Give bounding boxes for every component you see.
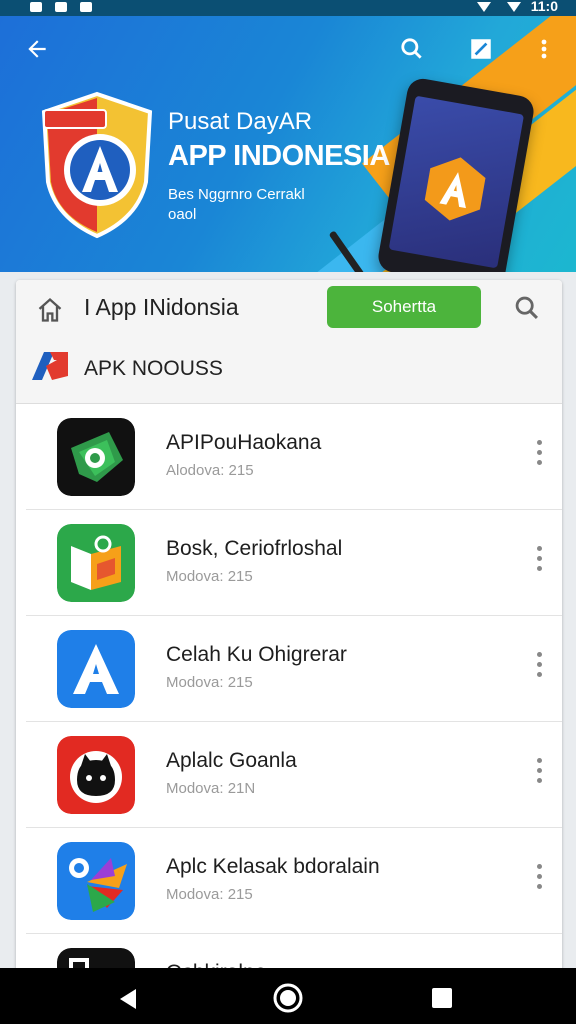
app-meta: Modova: 215	[166, 886, 253, 903]
status-bar: 11:0	[0, 0, 576, 16]
brand-logo-icon	[32, 352, 68, 380]
app-name: Aplc Kelasak bdoralain	[166, 855, 380, 878]
more-vert-icon[interactable]	[532, 440, 546, 472]
notification-icon	[79, 2, 92, 13]
banner-tagline: Bes Nggrnro Cerrakl oaol	[168, 185, 390, 225]
more-vert-icon[interactable]	[532, 546, 546, 578]
book-icon	[57, 524, 135, 602]
search-button[interactable]: Sohertta	[327, 286, 481, 328]
edit-icon	[471, 39, 491, 59]
home-icon[interactable]	[36, 296, 64, 324]
list-item[interactable]: Aplalc Goanla Modova: 21N	[26, 722, 562, 828]
overflow-menu-button[interactable]	[529, 34, 559, 64]
list-item[interactable]: Aplc Kelasak bdoralain Modova: 215	[26, 828, 562, 934]
notification-icons	[22, 0, 92, 14]
app-meta: Alodova: 215	[166, 462, 254, 479]
back-button[interactable]	[22, 34, 52, 64]
more-vert-icon	[541, 39, 547, 59]
phone-illustration	[375, 76, 537, 272]
hero-banner: Pusat DayAR APP INDONESIA Bes Nggrnro Ce…	[0, 16, 576, 272]
wifi-icon	[476, 2, 491, 13]
colorful-bird-icon	[57, 842, 135, 920]
app-list-card: I App INidonsia Sohertta APK NOOUSS APIP…	[16, 280, 562, 980]
banner-subtitle: Pusat DayAR	[168, 108, 313, 135]
hexagon-a-icon	[424, 157, 486, 221]
cat-icon	[57, 736, 135, 814]
app-meta: Modova: 215	[166, 674, 253, 691]
banner-tagline-line: Bes Nggrnro Cerrakl	[168, 186, 305, 203]
signal-icon	[506, 2, 521, 13]
app-name: APIPouHaokana	[166, 431, 322, 454]
status-time: 11:0	[530, 0, 558, 14]
app-meta: Modova: 215	[166, 568, 253, 585]
card-header: I App INidonsia Sohertta APK NOOUSS	[16, 280, 562, 404]
home-nav-icon[interactable]	[272, 982, 304, 1014]
notification-icon	[30, 2, 42, 13]
navigation-bar	[0, 968, 576, 1024]
notification-icon	[54, 2, 67, 13]
banner-title: APP INDONESIA	[168, 140, 390, 172]
list-item[interactable]: Bosk, Ceriofrloshal Modova: 215	[26, 510, 562, 616]
search-icon[interactable]	[513, 294, 541, 322]
letter-a-icon	[57, 630, 135, 708]
more-vert-icon[interactable]	[532, 864, 546, 896]
edit-button[interactable]	[466, 34, 496, 64]
more-vert-icon[interactable]	[532, 758, 546, 790]
app-list: APIPouHaokana Alodova: 215 Bosk, Ceriofr…	[16, 404, 562, 980]
search-icon	[401, 38, 422, 59]
recents-nav-icon[interactable]	[431, 987, 453, 1009]
app-meta: Modova: 21N	[166, 780, 256, 797]
banner-text: Pusat DayAR APP INDONESIA Bes Nggrnro Ce…	[168, 108, 390, 225]
app-name: Bosk, Ceriofrloshal	[166, 537, 343, 560]
more-vert-icon[interactable]	[532, 652, 546, 684]
back-nav-icon[interactable]	[116, 987, 140, 1011]
back-arrow-icon	[28, 40, 46, 58]
search-toolbar-button[interactable]	[397, 34, 427, 64]
section-label: APK NOOUSS	[84, 357, 223, 380]
shield-logo-icon	[41, 91, 153, 239]
system-icons: 11:0	[471, 0, 558, 14]
app-name: Aplalc Goanla	[166, 749, 297, 772]
page-title: I App INidonsia	[84, 294, 239, 320]
list-item[interactable]: APIPouHaokana Alodova: 215	[26, 404, 562, 510]
list-item[interactable]: Celah Ku Ohigrerar Modova: 215	[26, 616, 562, 722]
banner-tagline-line: oaol	[168, 206, 197, 223]
app-name: Celah Ku Ohigrerar	[166, 643, 347, 666]
map-pin-icon	[57, 418, 135, 496]
